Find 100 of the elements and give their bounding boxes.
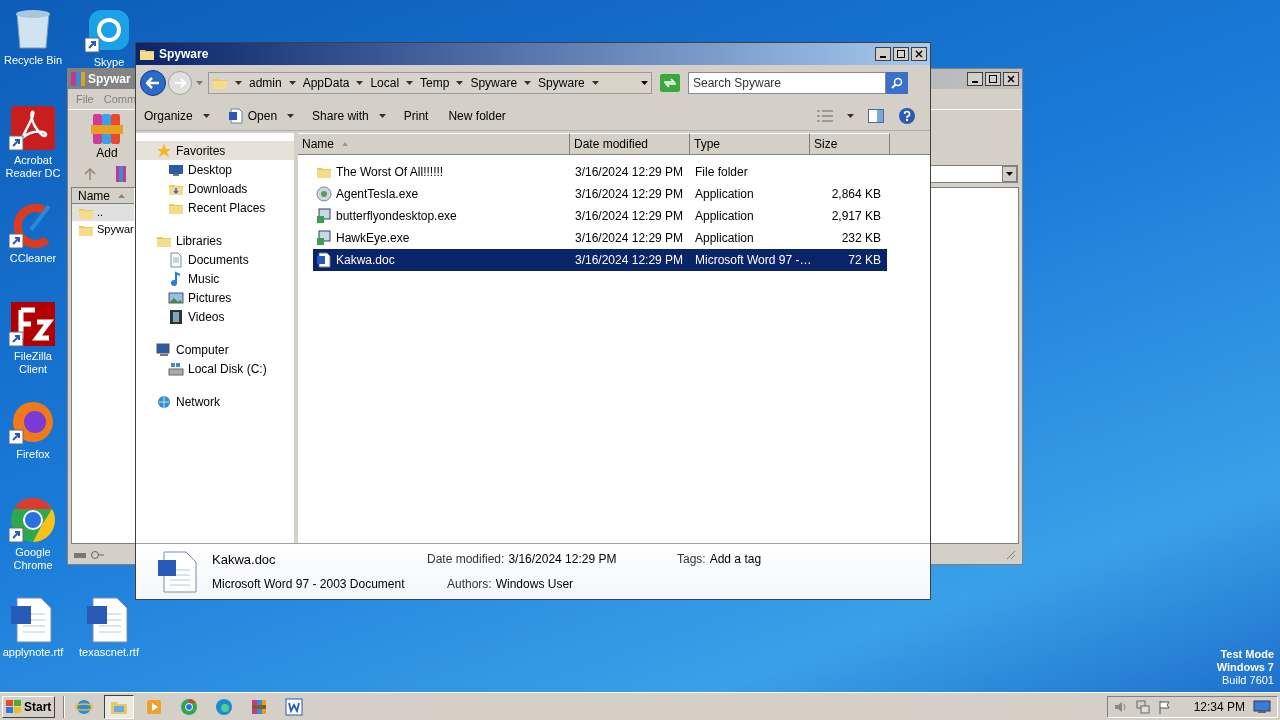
history-dropdown[interactable] <box>194 78 204 88</box>
toolbar-button[interactable]: Organize <box>142 104 195 127</box>
breadcrumb-item[interactable]: Spyware <box>470 74 518 92</box>
browser-icon <box>180 697 199 716</box>
windows-logo-icon <box>6 699 22 714</box>
breadcrumb-item[interactable]: AppData <box>302 74 350 92</box>
search-field[interactable]: Search Spyware <box>688 72 886 94</box>
column-header[interactable]: Name <box>72 188 134 204</box>
close-button[interactable] <box>911 47 927 61</box>
field-value[interactable]: Add a tag <box>709 550 762 570</box>
browser-icon <box>75 697 94 716</box>
play-icon <box>145 697 164 716</box>
word-document-icon <box>227 107 244 124</box>
show-desktop-icon[interactable] <box>1253 699 1271 714</box>
breadcrumb-item[interactable]: Local <box>370 74 400 92</box>
refresh-icon <box>663 78 677 88</box>
list-row[interactable]: .. <box>72 204 134 221</box>
nav-item[interactable]: Pictures <box>136 288 294 307</box>
nav-group[interactable]: Libraries <box>136 231 294 250</box>
toolbar-button[interactable]: Print <box>401 104 431 127</box>
desktop-icon[interactable]: texascnet.rtf <box>76 596 142 659</box>
breadcrumb-item[interactable]: admin <box>249 74 282 92</box>
view-list-icon <box>817 109 833 122</box>
file-name: HawkEye.exe <box>336 230 410 247</box>
help-icon[interactable] <box>898 106 916 125</box>
date-cell-text: 3/16/2024 12:29 PM <box>574 208 685 225</box>
file-name: butterflyondesktop.exe <box>336 208 457 225</box>
details-file-name: Kakwa.doc <box>212 551 277 570</box>
desktop-icon[interactable]: Firefox <box>0 398 66 461</box>
nav-item[interactable]: Documents <box>136 250 294 269</box>
address-bar[interactable]: admin AppData Local Temp Spyware Spyware <box>208 72 652 94</box>
test-mode-text: Build 7601 <box>1222 674 1274 687</box>
column-header[interactable]: Type <box>690 133 810 155</box>
file-name: AgentTesla.exe <box>336 186 419 203</box>
desktop-icon[interactable]: FileZilla Client <box>0 300 66 376</box>
refresh-button[interactable] <box>660 74 680 92</box>
desktop-icon[interactable]: Recycle Bin <box>0 4 66 67</box>
breadcrumb-item[interactable]: Spyware <box>538 74 585 92</box>
flag-icon[interactable] <box>1157 699 1172 714</box>
start-button[interactable]: Start <box>2 695 56 718</box>
toolbar-button[interactable]: Open <box>225 104 280 127</box>
search-button[interactable] <box>886 72 908 94</box>
caret-icon <box>195 81 203 85</box>
nav-group[interactable]: Network <box>136 392 294 411</box>
nav-item[interactable]: Recent Places <box>136 198 294 217</box>
nav-item[interactable]: Desktop <box>136 160 294 179</box>
back-button[interactable] <box>140 70 166 96</box>
toolbar-button[interactable]: Share with <box>310 104 371 127</box>
maximize-button[interactable] <box>893 47 909 61</box>
file-row[interactable]: AgentTesla.exe 3/16/2024 12:29 PM Application 2,864 KB <box>313 183 887 205</box>
maximize-icon <box>989 75 997 83</box>
file-row[interactable]: The Worst Of All!!!!!! 3/16/2024 12:29 PM File folder <box>313 161 887 183</box>
type-cell-text: Application <box>694 186 755 203</box>
nav-item[interactable]: Music <box>136 269 294 288</box>
desktop-icon[interactable]: Acrobat Reader DC <box>0 104 66 180</box>
view-button[interactable] <box>817 109 854 122</box>
column-header[interactable]: Size <box>810 133 890 155</box>
computer-icon <box>156 341 172 358</box>
maximize-button[interactable] <box>985 72 1001 86</box>
file-row[interactable]: Kakwa.doc 3/16/2024 12:29 PM Microsoft Word 97 -… 72 KB <box>313 249 887 271</box>
nav-item[interactable]: Videos <box>136 307 294 326</box>
desktop-icon[interactable]: CCleaner <box>0 202 66 265</box>
desktop-icon[interactable]: applynote.rtf <box>0 596 66 659</box>
field-label: Tags: <box>677 551 706 569</box>
file-row[interactable]: HawkEye.exe 3/16/2024 12:29 PM Application 232 KB <box>313 227 887 249</box>
field-value: 3/16/2024 12:29 PM <box>508 551 617 569</box>
nav-group[interactable]: Favorites <box>136 141 294 160</box>
desktop-icon[interactable]: Google Chrome <box>0 496 66 572</box>
nav-item[interactable]: Local Disk (C:) <box>136 359 294 378</box>
dropdown-field[interactable] <box>930 165 1018 183</box>
close-icon <box>1007 75 1015 83</box>
close-button[interactable] <box>1003 72 1019 86</box>
caret-icon <box>288 81 296 85</box>
nav-item[interactable]: Downloads <box>136 179 294 198</box>
minimize-button[interactable] <box>875 47 891 61</box>
type-cell-text: File folder <box>694 164 749 181</box>
column-header[interactable]: Date modified <box>570 133 690 155</box>
caret-icon <box>202 113 210 118</box>
details-file-type: Microsoft Word 97 - 2003 Document <box>212 575 406 593</box>
caret-icon <box>524 81 532 85</box>
desktop-icon[interactable]: Skype <box>76 6 142 69</box>
preview-pane-icon[interactable] <box>868 108 884 123</box>
toolbar-button[interactable]: New folder <box>446 104 508 127</box>
network-icon[interactable] <box>1135 699 1150 714</box>
list-row[interactable]: Spywar <box>72 221 134 238</box>
minimize-button[interactable] <box>967 72 983 86</box>
column-header[interactable]: Name <box>298 133 570 155</box>
sort-arrow-icon <box>342 142 348 146</box>
taskbar-button[interactable] <box>104 694 135 719</box>
test-mode-text: Test Mode <box>1220 648 1274 661</box>
close-icon <box>915 50 923 58</box>
dropdown-button[interactable] <box>1002 166 1017 182</box>
add-button[interactable]: Add <box>82 112 132 162</box>
breadcrumb-item[interactable]: Temp <box>420 74 450 92</box>
archive-icon <box>116 166 126 182</box>
file-row[interactable]: butterflyondesktop.exe 3/16/2024 12:29 PM Application 2,917 KB <box>313 205 887 227</box>
nav-group[interactable]: Computer <box>136 340 294 359</box>
caret-icon <box>591 81 599 85</box>
window-title: Spywar <box>88 71 131 88</box>
clock[interactable]: 12:34 PM <box>1193 697 1245 716</box>
